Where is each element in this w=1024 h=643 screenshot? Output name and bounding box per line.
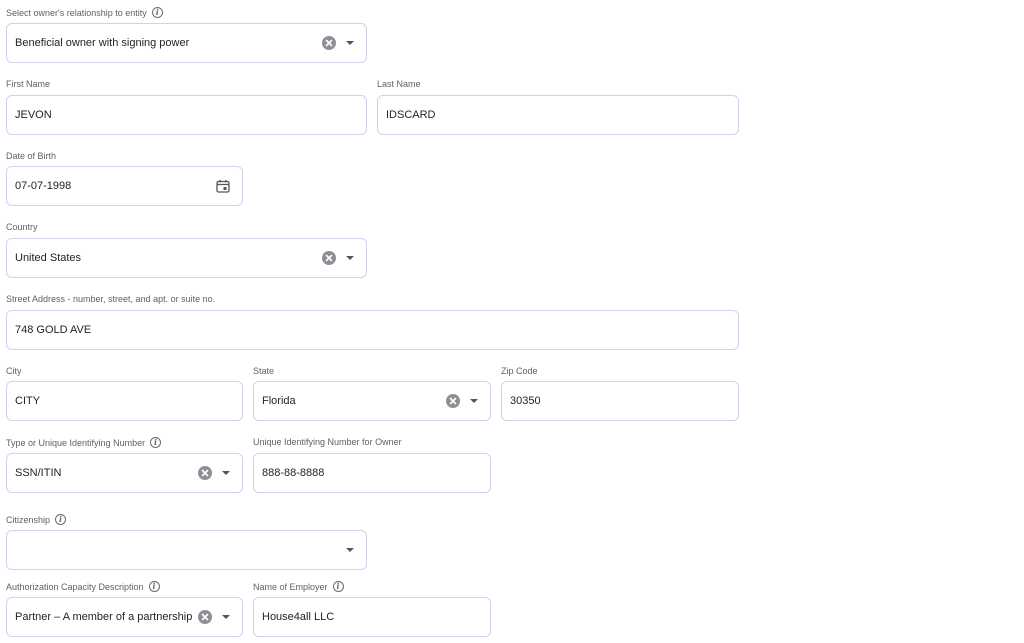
last-name-value: IDSCARD (386, 109, 436, 121)
chevron-down-icon[interactable] (470, 399, 478, 403)
chevron-down-icon[interactable] (222, 471, 230, 475)
first-name-label: First Name (6, 79, 51, 89)
calendar-icon[interactable] (216, 179, 230, 193)
info-icon[interactable]: i (332, 581, 344, 592)
last-name-input[interactable]: IDSCARD (377, 95, 739, 135)
state-select[interactable]: Florida (253, 381, 491, 421)
relationship-label: Select owner's relationship to entity i (6, 7, 163, 18)
state-value: Florida (262, 395, 296, 407)
id-number-label: Unique Identifying Number for Owner (253, 437, 402, 447)
chevron-down-icon[interactable] (346, 41, 354, 45)
id-type-value: SSN/ITIN (15, 467, 62, 479)
street-input[interactable]: 748 GOLD AVE (6, 310, 739, 350)
relationship-value: Beneficial owner with signing power (15, 37, 190, 49)
id-number-input[interactable]: 888-88-8888 (253, 453, 491, 493)
employer-input[interactable]: House4all LLC (253, 597, 491, 637)
auth-capacity-label: Authorization Capacity Description i (6, 581, 160, 592)
info-icon[interactable]: i (151, 7, 163, 18)
clear-icon[interactable] (446, 394, 460, 408)
id-type-label: Type or Unique Identifying Number i (6, 437, 162, 448)
employer-label: Name of Employer i (253, 581, 344, 592)
auth-capacity-select[interactable]: Partner – A member of a partnership (6, 597, 243, 637)
id-number-value: 888-88-8888 (262, 467, 325, 479)
zip-input[interactable]: 30350 (501, 381, 739, 421)
city-input[interactable]: CITY (6, 381, 243, 421)
info-icon[interactable]: i (148, 581, 160, 592)
zip-label: Zip Code (501, 366, 538, 376)
country-label: Country (6, 222, 38, 232)
country-select[interactable]: United States (6, 238, 367, 278)
auth-capacity-value: Partner – A member of a partnership (15, 611, 193, 623)
first-name-value: JEVON (15, 109, 52, 121)
citizenship-select[interactable] (6, 530, 367, 570)
clear-icon[interactable] (322, 251, 336, 265)
chevron-down-icon[interactable] (346, 256, 354, 260)
dob-value: 07-07-1998 (15, 180, 72, 192)
id-type-select[interactable]: SSN/ITIN (6, 453, 243, 493)
city-label: City (6, 366, 22, 376)
state-label: State (253, 366, 275, 376)
zip-value: 30350 (510, 395, 541, 407)
citizenship-label: Citizenship i (6, 514, 67, 525)
street-value: 748 GOLD AVE (15, 324, 92, 336)
employer-value: House4all LLC (262, 611, 335, 623)
info-icon[interactable]: i (150, 437, 162, 448)
clear-icon[interactable] (198, 610, 212, 624)
clear-icon[interactable] (198, 466, 212, 480)
clear-icon[interactable] (322, 36, 336, 50)
city-value: CITY (15, 395, 41, 407)
last-name-label: Last Name (377, 79, 421, 89)
info-icon[interactable]: i (55, 514, 67, 525)
first-name-input[interactable]: JEVON (6, 95, 367, 135)
country-value: United States (15, 252, 82, 264)
chevron-down-icon[interactable] (346, 548, 354, 552)
dob-input[interactable]: 07-07-1998 (6, 166, 243, 206)
dob-label: Date of Birth (6, 151, 57, 161)
relationship-select[interactable]: Beneficial owner with signing power (6, 23, 367, 63)
street-label: Street Address - number, street, and apt… (6, 294, 216, 304)
chevron-down-icon[interactable] (222, 615, 230, 619)
